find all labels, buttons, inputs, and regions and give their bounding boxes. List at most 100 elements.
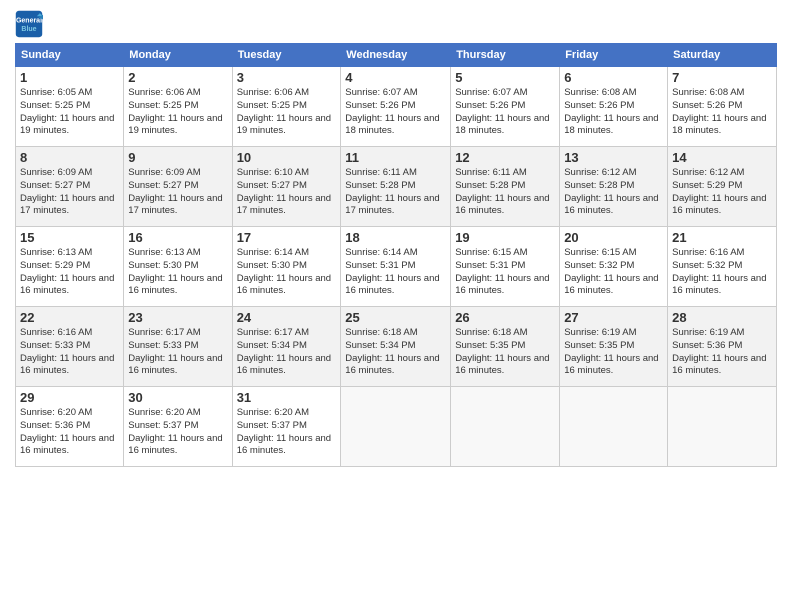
table-row: 1 Sunrise: 6:05 AM Sunset: 5:25 PM Dayli… bbox=[16, 67, 124, 147]
sunset-info: Sunset: 5:33 PM bbox=[20, 340, 90, 351]
table-row: 15 Sunrise: 6:13 AM Sunset: 5:29 PM Dayl… bbox=[16, 227, 124, 307]
sunrise-info: Sunrise: 6:07 AM bbox=[455, 87, 527, 98]
daylight-info: Daylight: 11 hours and 16 minutes. bbox=[672, 193, 766, 217]
daylight-info: Daylight: 11 hours and 18 minutes. bbox=[345, 113, 439, 137]
table-row: 4 Sunrise: 6:07 AM Sunset: 5:26 PM Dayli… bbox=[341, 67, 451, 147]
sunset-info: Sunset: 5:36 PM bbox=[672, 340, 742, 351]
sunset-info: Sunset: 5:35 PM bbox=[564, 340, 634, 351]
sunrise-info: Sunrise: 6:10 AM bbox=[237, 167, 309, 178]
day-number: 24 bbox=[237, 310, 337, 325]
sunrise-info: Sunrise: 6:13 AM bbox=[128, 247, 200, 258]
table-row: 17 Sunrise: 6:14 AM Sunset: 5:30 PM Dayl… bbox=[232, 227, 341, 307]
sunset-info: Sunset: 5:26 PM bbox=[564, 100, 634, 111]
col-header-monday: Monday bbox=[124, 44, 232, 67]
sunset-info: Sunset: 5:27 PM bbox=[237, 180, 307, 191]
daylight-info: Daylight: 11 hours and 17 minutes. bbox=[128, 193, 222, 217]
header: General Blue bbox=[15, 10, 777, 38]
col-header-wednesday: Wednesday bbox=[341, 44, 451, 67]
page-container: General Blue SundayMondayTuesdayWednesda… bbox=[0, 0, 792, 477]
logo: General Blue bbox=[15, 10, 46, 38]
table-row: 19 Sunrise: 6:15 AM Sunset: 5:31 PM Dayl… bbox=[451, 227, 560, 307]
table-row bbox=[560, 387, 668, 467]
day-number: 29 bbox=[20, 390, 119, 405]
daylight-info: Daylight: 11 hours and 16 minutes. bbox=[128, 353, 222, 377]
day-number: 25 bbox=[345, 310, 446, 325]
sunset-info: Sunset: 5:25 PM bbox=[128, 100, 198, 111]
day-number: 4 bbox=[345, 70, 446, 85]
table-row: 23 Sunrise: 6:17 AM Sunset: 5:33 PM Dayl… bbox=[124, 307, 232, 387]
day-number: 6 bbox=[564, 70, 663, 85]
daylight-info: Daylight: 11 hours and 18 minutes. bbox=[455, 113, 549, 137]
sunset-info: Sunset: 5:30 PM bbox=[128, 260, 198, 271]
sunset-info: Sunset: 5:32 PM bbox=[564, 260, 634, 271]
day-number: 8 bbox=[20, 150, 119, 165]
sunrise-info: Sunrise: 6:07 AM bbox=[345, 87, 417, 98]
col-header-sunday: Sunday bbox=[16, 44, 124, 67]
sunset-info: Sunset: 5:26 PM bbox=[672, 100, 742, 111]
sunrise-info: Sunrise: 6:20 AM bbox=[20, 407, 92, 418]
table-row: 13 Sunrise: 6:12 AM Sunset: 5:28 PM Dayl… bbox=[560, 147, 668, 227]
sunset-info: Sunset: 5:31 PM bbox=[455, 260, 525, 271]
sunrise-info: Sunrise: 6:14 AM bbox=[237, 247, 309, 258]
logo-icon: General Blue bbox=[15, 10, 43, 38]
day-number: 2 bbox=[128, 70, 227, 85]
sunset-info: Sunset: 5:26 PM bbox=[455, 100, 525, 111]
daylight-info: Daylight: 11 hours and 16 minutes. bbox=[345, 353, 439, 377]
table-row: 6 Sunrise: 6:08 AM Sunset: 5:26 PM Dayli… bbox=[560, 67, 668, 147]
sunrise-info: Sunrise: 6:18 AM bbox=[455, 327, 527, 338]
table-row: 8 Sunrise: 6:09 AM Sunset: 5:27 PM Dayli… bbox=[16, 147, 124, 227]
daylight-info: Daylight: 11 hours and 16 minutes. bbox=[128, 273, 222, 297]
table-row: 18 Sunrise: 6:14 AM Sunset: 5:31 PM Dayl… bbox=[341, 227, 451, 307]
day-number: 3 bbox=[237, 70, 337, 85]
sunrise-info: Sunrise: 6:16 AM bbox=[672, 247, 744, 258]
daylight-info: Daylight: 11 hours and 18 minutes. bbox=[672, 113, 766, 137]
day-number: 28 bbox=[672, 310, 772, 325]
sunset-info: Sunset: 5:34 PM bbox=[237, 340, 307, 351]
sunset-info: Sunset: 5:30 PM bbox=[237, 260, 307, 271]
day-number: 23 bbox=[128, 310, 227, 325]
sunset-info: Sunset: 5:33 PM bbox=[128, 340, 198, 351]
day-number: 31 bbox=[237, 390, 337, 405]
table-row: 7 Sunrise: 6:08 AM Sunset: 5:26 PM Dayli… bbox=[668, 67, 777, 147]
sunrise-info: Sunrise: 6:17 AM bbox=[128, 327, 200, 338]
sunrise-info: Sunrise: 6:15 AM bbox=[455, 247, 527, 258]
sunset-info: Sunset: 5:25 PM bbox=[20, 100, 90, 111]
daylight-info: Daylight: 11 hours and 16 minutes. bbox=[455, 353, 549, 377]
daylight-info: Daylight: 11 hours and 19 minutes. bbox=[128, 113, 222, 137]
daylight-info: Daylight: 11 hours and 16 minutes. bbox=[672, 353, 766, 377]
svg-text:General: General bbox=[16, 17, 42, 24]
day-number: 16 bbox=[128, 230, 227, 245]
day-number: 10 bbox=[237, 150, 337, 165]
daylight-info: Daylight: 11 hours and 18 minutes. bbox=[564, 113, 658, 137]
daylight-info: Daylight: 11 hours and 16 minutes. bbox=[564, 193, 658, 217]
sunrise-info: Sunrise: 6:09 AM bbox=[128, 167, 200, 178]
sunset-info: Sunset: 5:25 PM bbox=[237, 100, 307, 111]
table-row: 2 Sunrise: 6:06 AM Sunset: 5:25 PM Dayli… bbox=[124, 67, 232, 147]
day-number: 11 bbox=[345, 150, 446, 165]
daylight-info: Daylight: 11 hours and 17 minutes. bbox=[237, 193, 331, 217]
table-row: 28 Sunrise: 6:19 AM Sunset: 5:36 PM Dayl… bbox=[668, 307, 777, 387]
sunrise-info: Sunrise: 6:19 AM bbox=[564, 327, 636, 338]
day-number: 20 bbox=[564, 230, 663, 245]
sunrise-info: Sunrise: 6:06 AM bbox=[128, 87, 200, 98]
table-row: 10 Sunrise: 6:10 AM Sunset: 5:27 PM Dayl… bbox=[232, 147, 341, 227]
table-row: 30 Sunrise: 6:20 AM Sunset: 5:37 PM Dayl… bbox=[124, 387, 232, 467]
sunrise-info: Sunrise: 6:11 AM bbox=[455, 167, 527, 178]
daylight-info: Daylight: 11 hours and 16 minutes. bbox=[564, 273, 658, 297]
daylight-info: Daylight: 11 hours and 16 minutes. bbox=[564, 353, 658, 377]
table-row: 24 Sunrise: 6:17 AM Sunset: 5:34 PM Dayl… bbox=[232, 307, 341, 387]
col-header-friday: Friday bbox=[560, 44, 668, 67]
sunset-info: Sunset: 5:28 PM bbox=[564, 180, 634, 191]
sunrise-info: Sunrise: 6:08 AM bbox=[564, 87, 636, 98]
sunset-info: Sunset: 5:34 PM bbox=[345, 340, 415, 351]
daylight-info: Daylight: 11 hours and 16 minutes. bbox=[237, 273, 331, 297]
daylight-info: Daylight: 11 hours and 16 minutes. bbox=[237, 433, 331, 457]
daylight-info: Daylight: 11 hours and 16 minutes. bbox=[128, 433, 222, 457]
daylight-info: Daylight: 11 hours and 16 minutes. bbox=[20, 433, 114, 457]
sunset-info: Sunset: 5:26 PM bbox=[345, 100, 415, 111]
sunset-info: Sunset: 5:36 PM bbox=[20, 420, 90, 431]
table-row bbox=[341, 387, 451, 467]
daylight-info: Daylight: 11 hours and 16 minutes. bbox=[455, 193, 549, 217]
day-number: 7 bbox=[672, 70, 772, 85]
table-row: 14 Sunrise: 6:12 AM Sunset: 5:29 PM Dayl… bbox=[668, 147, 777, 227]
